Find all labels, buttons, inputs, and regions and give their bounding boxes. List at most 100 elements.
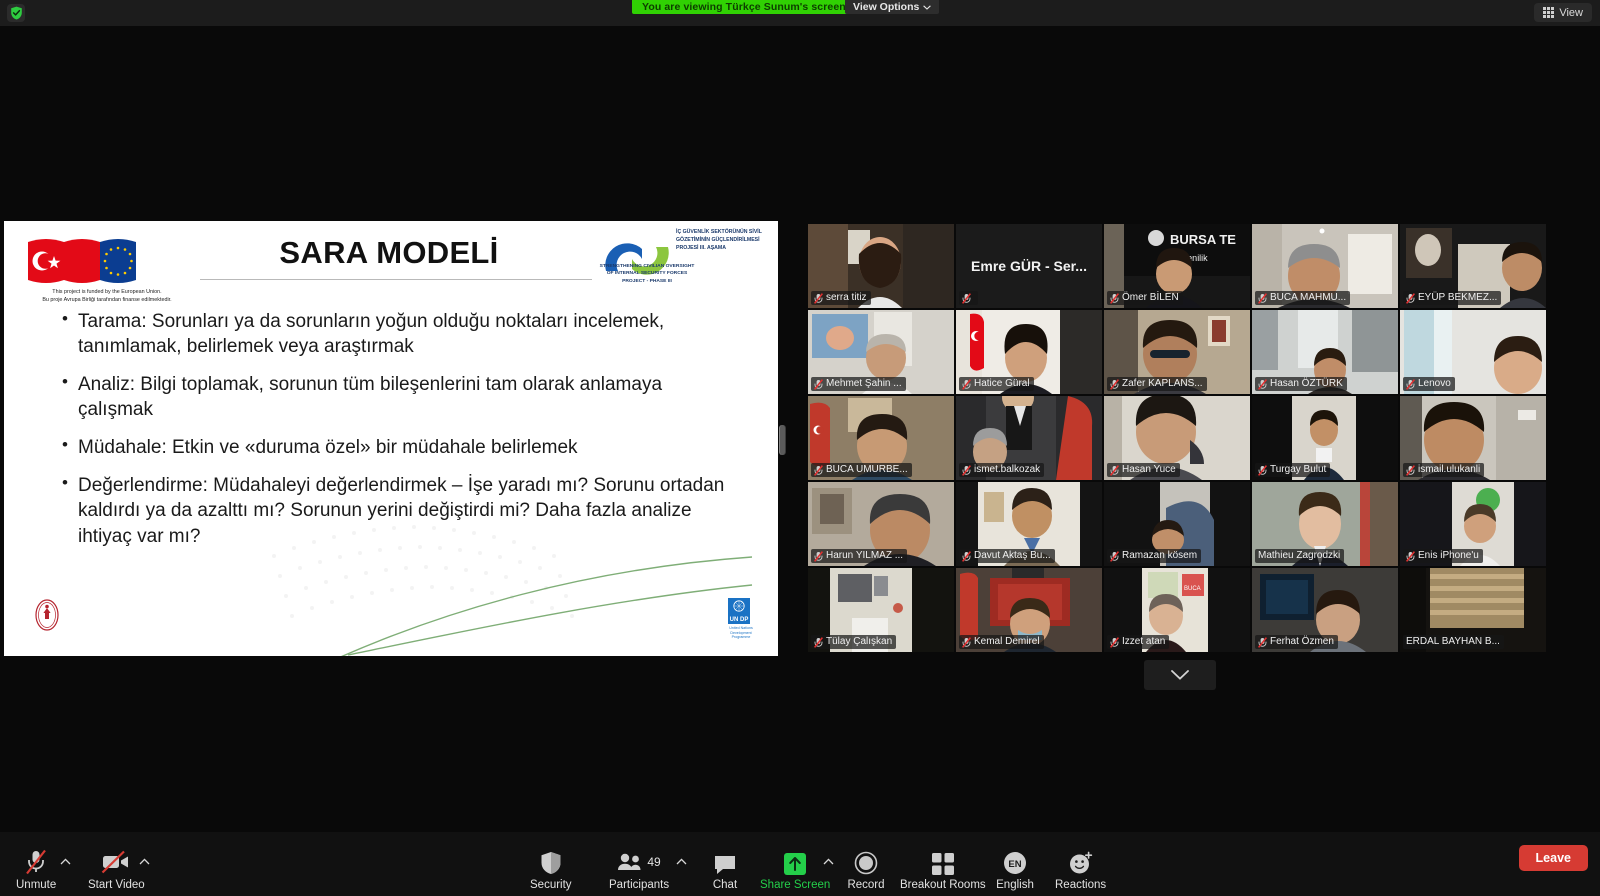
participant-tile[interactable]: ismet.balkozak xyxy=(956,396,1102,480)
unmute-button[interactable]: Unmute xyxy=(16,849,56,891)
participant-name-badge: Mathieu Zagrodzki xyxy=(1255,549,1344,563)
participant-tile[interactable]: BUCA MAHMU... xyxy=(1252,224,1398,308)
participant-tile[interactable]: Turgay Bulut xyxy=(1252,396,1398,480)
up-arrow-icon xyxy=(784,849,806,875)
smiley-plus-icon xyxy=(1069,849,1093,875)
un-emblem-icon xyxy=(728,598,750,613)
participant-tile[interactable]: Enis iPhone'u xyxy=(1400,482,1546,566)
grid-icon xyxy=(1543,7,1554,18)
participant-name-badge: Hatice Güral xyxy=(959,377,1034,391)
video-options-caret[interactable] xyxy=(139,856,150,868)
chevron-up-icon xyxy=(139,858,150,865)
participant-tile[interactable]: EYÜP BEKMEZ... xyxy=(1400,224,1546,308)
leave-button[interactable]: Leave xyxy=(1519,845,1588,871)
participant-tile[interactable]: serra titiz xyxy=(808,224,954,308)
chat-button[interactable]: Chat xyxy=(705,849,745,891)
participant-name-badge: Ferhat Özmen xyxy=(1255,635,1338,649)
reactions-button[interactable]: Reactions xyxy=(1055,849,1106,891)
participant-name-badge: Turgay Bulut xyxy=(1255,463,1330,477)
undp-logo: UN DP United Nations Development Program… xyxy=(728,598,754,638)
participant-tile[interactable]: BUCA Izzet atan xyxy=(1104,568,1250,652)
participant-name: Hasan Yuce xyxy=(1122,463,1176,477)
chevron-up-icon xyxy=(823,858,834,865)
gallery-scroll-down-button[interactable] xyxy=(1144,660,1216,690)
eu-funding-caption: This project is funded by the European U… xyxy=(22,289,192,305)
record-button[interactable]: Record xyxy=(846,849,886,891)
participant-tile[interactable]: Mehmet Şahin ... xyxy=(808,310,954,394)
participant-tile[interactable]: BUCA UMURBE... xyxy=(808,396,954,480)
participants-button[interactable]: 49 Participants xyxy=(609,849,669,891)
participant-name: Ömer BİLEN xyxy=(1122,291,1179,305)
eu-funding-line-en: This project is funded by the European U… xyxy=(22,289,192,297)
participant-name: EYÜP BEKMEZ... xyxy=(1418,291,1497,305)
turkey-eu-flag-icon xyxy=(26,236,174,288)
reactions-label: Reactions xyxy=(1055,879,1106,891)
participant-tile[interactable]: ismail.ulukanli xyxy=(1400,396,1546,480)
participant-tile[interactable]: Tülay Çalışkan xyxy=(808,568,954,652)
participant-tile[interactable]: Hasan Yuce xyxy=(1104,396,1250,480)
participant-tile-active-speaker[interactable]: Mathieu Zagrodzki xyxy=(1252,482,1398,566)
participant-name: Enis iPhone'u xyxy=(1418,549,1479,563)
mute-icon xyxy=(1258,465,1267,476)
participant-name: Ramazan kösem xyxy=(1122,549,1197,563)
security-button[interactable]: Security xyxy=(530,849,572,891)
participant-name: Mathieu Zagrodzki xyxy=(1258,549,1340,563)
participant-tile[interactable]: Davut Aktaş Bu... xyxy=(956,482,1102,566)
breakout-rooms-button[interactable]: Breakout Rooms xyxy=(900,849,986,891)
split-view-drag-handle[interactable] xyxy=(779,425,786,455)
chevron-down-icon xyxy=(1171,670,1189,680)
participant-tile[interactable]: BURSA TE Yenilik Ömer BİLEN xyxy=(1104,224,1250,308)
microphone-muted-icon xyxy=(24,849,48,875)
mute-icon xyxy=(1110,637,1119,648)
participant-name-badge: Kemal Demirel xyxy=(959,635,1044,649)
slide-bullet: Müdahale: Etkin ve «duruma özel» bir müd… xyxy=(4,435,778,460)
gallery-row: Tülay Çalışkan Kemal Demirel xyxy=(808,568,1548,652)
participant-name-badge: Tülay Çalışkan xyxy=(811,635,896,649)
participant-name: Ferhat Özmen xyxy=(1270,635,1334,649)
audio-options-caret[interactable] xyxy=(60,856,71,868)
unmute-label: Unmute xyxy=(16,879,56,891)
participant-tile[interactable]: Harun YILMAZ ... xyxy=(808,482,954,566)
undp-label: UN DP xyxy=(728,617,750,623)
mute-icon xyxy=(962,465,971,476)
participant-name-badge: Hasan Yuce xyxy=(1107,463,1180,477)
participant-name-badge: Ramazan kösem xyxy=(1107,549,1201,563)
encryption-shield-icon[interactable] xyxy=(7,4,25,22)
mute-icon xyxy=(1258,637,1267,648)
start-video-label: Start Video xyxy=(88,879,145,891)
eu-funding-line-tr: Bu proje Avrupa Birliği tarafından finan… xyxy=(22,297,192,305)
participants-options-caret[interactable] xyxy=(676,856,687,868)
turkish-ministry-seal-icon xyxy=(32,598,62,632)
svg-text:BUCA: BUCA xyxy=(1184,586,1201,592)
participant-name: Mehmet Şahin ... xyxy=(826,377,902,391)
slide-bullet: Tarama: Sorunları ya da sorunların yoğun… xyxy=(4,309,778,359)
share-options-caret[interactable] xyxy=(823,856,834,868)
language-button[interactable]: EN English xyxy=(995,849,1035,891)
view-layout-button[interactable]: View xyxy=(1534,3,1592,22)
participant-tile[interactable]: Hasan ÖZTÜRK xyxy=(1252,310,1398,394)
participant-tile[interactable]: Zafer KAPLANS... xyxy=(1104,310,1250,394)
participant-tile[interactable]: ERDAL BAYHAN B... xyxy=(1400,568,1546,652)
mute-icon xyxy=(1258,293,1267,304)
en-circle-icon: EN xyxy=(1003,849,1027,875)
participant-tile[interactable]: Ramazan kösem xyxy=(1104,482,1250,566)
participant-name: Zafer KAPLANS... xyxy=(1122,377,1203,391)
mute-icon xyxy=(962,379,971,390)
slide-decorative-curve xyxy=(334,551,754,656)
view-options-button[interactable]: View Options xyxy=(845,0,939,14)
participant-tile[interactable]: Ferhat Özmen xyxy=(1252,568,1398,652)
mute-icon xyxy=(962,551,971,562)
participant-name-badge: Lenovo xyxy=(1403,377,1455,391)
share-screen-button[interactable]: Share Screen xyxy=(760,849,830,891)
participant-tile[interactable]: Kemal Demirel xyxy=(956,568,1102,652)
participant-tile[interactable]: Emre GÜR - Ser... xyxy=(956,224,1102,308)
mute-icon xyxy=(1406,465,1415,476)
participant-tile[interactable]: Lenovo xyxy=(1400,310,1546,394)
participant-name: ERDAL BAYHAN B... xyxy=(1406,635,1500,649)
shared-screen-slide[interactable]: This project is funded by the European U… xyxy=(4,221,778,656)
mute-icon xyxy=(814,465,823,476)
start-video-button[interactable]: Start Video xyxy=(88,849,145,891)
participant-name: serra titiz xyxy=(826,291,867,305)
participant-tile[interactable]: Hatice Güral xyxy=(956,310,1102,394)
participant-name-badge: Enis iPhone'u xyxy=(1403,549,1483,563)
